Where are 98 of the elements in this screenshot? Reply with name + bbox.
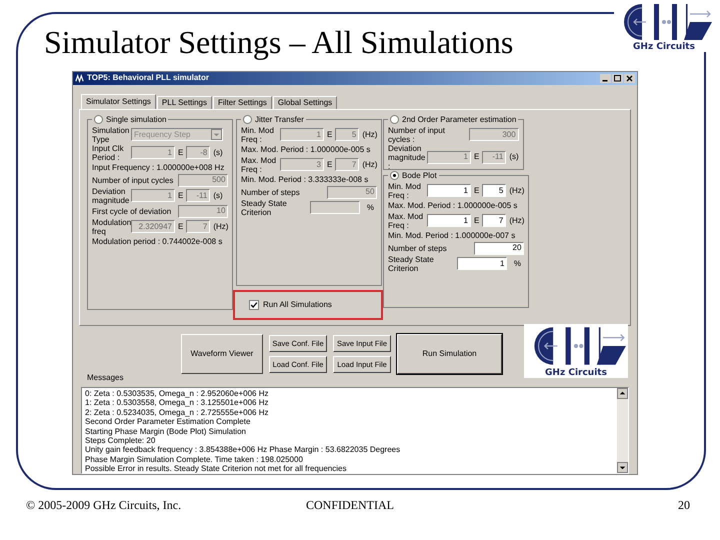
close-icon[interactable] [624,74,635,83]
field-label: Steady State Criterion [241,198,288,217]
message-line: Steps Complete: 20 [85,436,156,446]
exponent-label: E [474,151,480,164]
unit-label: (s) [509,151,519,164]
input-field: -11 [482,150,506,164]
field-label: Number of input cycles [92,176,174,185]
message-line: 2: Zeta : 0.5234035, Omega_n : 2.725555e+006 Hz [85,408,270,418]
input-field[interactable]: 1 [427,214,471,228]
logo-caption: GHz Circuits [545,369,607,378]
field-label: Min. Mod Freq : [388,182,422,200]
field-label: Input Clk Period : [92,144,125,162]
input-field: 1 [131,189,175,202]
input-field[interactable]: 5 [482,184,506,198]
message-line: Second Order Parameter Estimation Complete [85,417,252,427]
input-field: 500 [178,174,228,187]
message-line: Unity gain feedback frequency : 3.854388e+006 Hz Phase Margin : 53.6822035 Degrees [85,445,402,455]
unit-label: % [366,202,376,214]
messages-label: Messages [87,372,124,384]
run-simulation-button[interactable]: Run Simulation [397,334,502,374]
unit-label: (s) [213,146,223,159]
field-label: Number of steps [241,188,301,197]
input-field: 50 [327,186,378,199]
info-text: Modulation period : 0.744002e-008 s [92,236,224,248]
unit-label: % [512,258,522,270]
window-title: TOP5: Behavioral PLL simulator [87,72,209,84]
input-field: 1 [131,146,175,160]
copyright-text: © 2005-2009 GHz Circuits, Inc. [26,497,182,514]
field-label: Deviation magnitude : [388,144,424,171]
unit-label: (Hz) [213,220,228,233]
unit-label: (Hz) [362,128,378,141]
radio-label: 2nd Order Parameter estimation [402,114,516,126]
field-label: Number of input cycles : [388,126,446,144]
input-field: 7 [186,220,210,234]
exponent-label: E [178,146,184,159]
unit-label: (Hz) [362,158,378,171]
exponent-label: E [178,190,184,202]
field-label: Deviation magnitude [92,186,128,205]
info-text: Min. Mod. Period : 3.333333e-008 s [241,174,370,186]
message-line: Starting Phase Margin (Bode Plot) Simulation [85,426,247,436]
message-line: 1: Zeta : 0.5303558, Omega_n : 3.125501e+006 Hz [85,398,270,408]
message-line: 0: Zeta : 0.5303535, Omega_n : 2.952060e+006 Hz [85,389,270,398]
app-icon [75,74,84,83]
exponent-label: E [178,220,184,233]
field-label: First cycle of deviation [92,206,172,216]
waveform-viewer-button[interactable]: Waveform Viewer [181,334,263,374]
field-label: Steady State Criterion [388,254,435,273]
field-label: Max. Mod Freq : [241,156,277,174]
checkbox[interactable] [249,300,259,310]
field-label: Simulation Type [92,126,128,144]
exponent-label: E [474,214,480,227]
tab[interactable]: Simulator Settings [81,94,156,109]
input-field: 1 [427,150,471,164]
info-text: Max. Mod. Period : 1.000000e-005 s [241,144,372,156]
page-number: 20 [678,497,690,514]
logo-caption: GHz Circuits [633,43,695,52]
input-field: 10 [178,204,228,218]
input-field: 300 [468,128,519,142]
input-field[interactable]: 1 [427,184,471,198]
exponent-label: E [327,128,332,141]
input-field: -8 [186,146,210,160]
unit-label: (Hz) [509,184,524,197]
unit-label: (Hz) [509,214,524,227]
input-field[interactable]: 20 [474,242,524,255]
tab[interactable]: Global Settings [272,96,338,109]
tab[interactable]: PLL Settings [156,96,212,109]
exponent-label: E [474,184,480,197]
input-field: 3 [280,158,324,172]
input-field: 2.320947 [131,220,175,234]
minimize-icon[interactable] [600,74,611,83]
exponent-label: E [327,158,332,171]
input-field: 5 [335,128,360,142]
field-label: Min. Mod Freq : [241,126,275,144]
info-text: Min. Mod. Period : 1.000000e-007 s [388,230,516,242]
input-field[interactable]: 7 [482,214,506,228]
maximize-icon[interactable] [612,74,623,83]
confidential-label: CONFIDENTIAL [306,497,395,514]
type-dropdown: Frequency Step [131,128,223,142]
field-label: Max. Mod Freq : [388,212,424,230]
unit-label: (s) [213,190,223,202]
radio-label: Single simulation [106,114,166,126]
radio-button[interactable] [390,171,399,180]
input-field: -11 [186,189,210,202]
checkbox-label: Run All Simulations [263,298,332,311]
scroll-up-icon[interactable] [617,388,628,399]
info-text: Input Frequency : 1.000000e+008 Hz [92,162,226,174]
slide-title: Simulator Settings – All Simulations [44,23,514,62]
scroll-down-icon[interactable] [617,462,628,473]
input-field: 7 [335,158,360,172]
radio-label: Bode Plot [402,170,437,182]
info-text: Max. Mod. Period : 1.000000e-005 s [388,200,518,212]
message-line: Possible Error in results. Steady State Criterion not met for all frequencies [85,464,348,474]
radio-label: Jitter Transfer [255,114,304,126]
tab[interactable]: Filter Settings [213,96,272,109]
input-field: 1 [280,128,324,142]
message-line: Phase Margin Simulation Complete. Time taken : 198.025000 [85,454,304,464]
field-label: Number of steps [388,244,448,253]
input-field[interactable]: 1 [457,257,508,270]
